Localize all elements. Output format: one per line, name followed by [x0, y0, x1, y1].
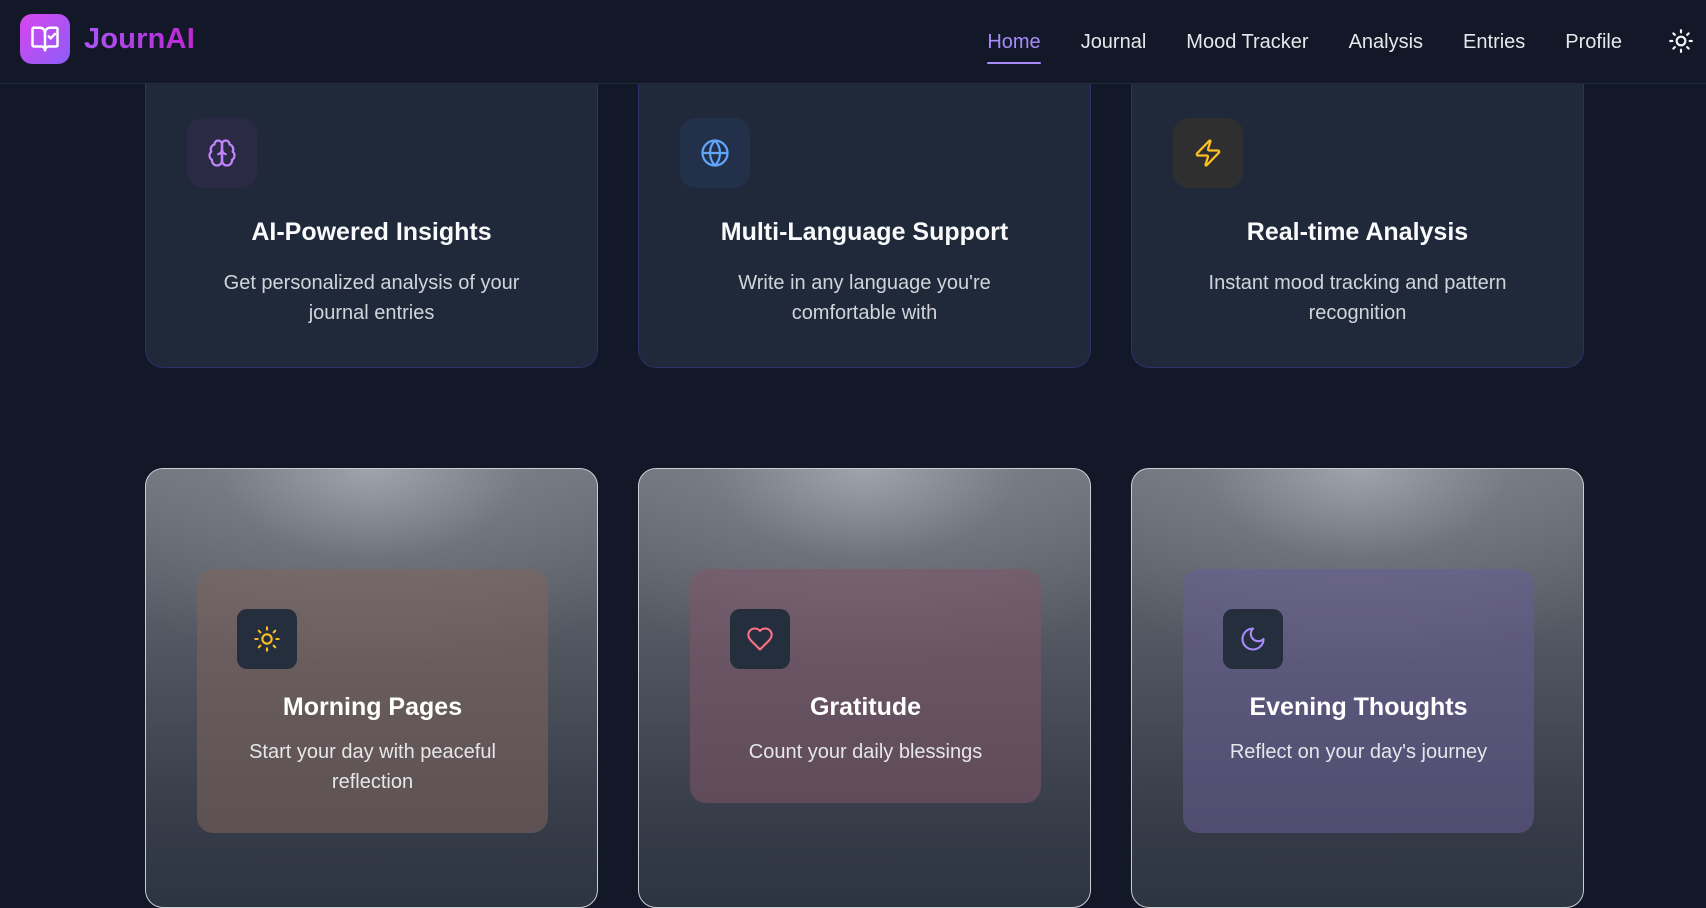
feature-description: Get personalized analysis of your journa… [223, 272, 520, 324]
brand-link[interactable]: JournAI [20, 14, 195, 64]
feature-title: Real-time Analysis [1246, 218, 1469, 246]
prompt-description: Start your day with peaceful reflection [249, 741, 496, 793]
prompt-title: Morning Pages [282, 693, 463, 721]
brain-icon [187, 118, 257, 188]
sun-icon [1668, 28, 1694, 57]
feature-card-realtime-analysis: Real-time Analysis Instant mood tracking… [1131, 78, 1584, 368]
prompt-card-evening-thoughts[interactable]: Evening Thoughts Reflect on your day's j… [1131, 468, 1584, 908]
book-check-icon [20, 14, 70, 64]
feature-card-ai-insights: AI-Powered Insights Get personalized ana… [145, 78, 598, 368]
prompt-title: Gratitude [809, 693, 922, 721]
theme-toggle-button[interactable] [1666, 27, 1696, 57]
nav-home[interactable]: Home [987, 25, 1042, 64]
prompt-panel: Evening Thoughts Reflect on your day's j… [1183, 569, 1534, 833]
brand-name: JournAI [84, 22, 195, 55]
globe-icon [680, 118, 750, 188]
moon-icon [1223, 609, 1283, 669]
sun-icon [237, 609, 297, 669]
feature-description: Instant mood tracking and pattern recogn… [1208, 272, 1507, 324]
nav-journal[interactable]: Journal [1081, 25, 1147, 60]
feature-title: AI-Powered Insights [251, 218, 492, 246]
prompt-description: Reflect on your day's journey [1229, 741, 1488, 763]
feature-description: Write in any language you're comfortable… [738, 272, 991, 324]
feature-title: Multi-Language Support [720, 218, 1009, 246]
prompt-card-gratitude[interactable]: Gratitude Count your daily blessings [638, 468, 1091, 908]
prompt-panel: Morning Pages Start your day with peacef… [197, 569, 548, 833]
navbar: JournAI Home Journal Mood Tracker Analys… [0, 0, 1706, 84]
feature-card-multi-language: Multi-Language Support Write in any lang… [638, 78, 1091, 368]
prompt-panel: Gratitude Count your daily blessings [690, 569, 1041, 803]
heart-icon [730, 609, 790, 669]
nav-mood-tracker[interactable]: Mood Tracker [1186, 25, 1308, 60]
prompt-description: Count your daily blessings [748, 741, 983, 763]
nav-profile[interactable]: Profile [1565, 25, 1622, 60]
prompt-title: Evening Thoughts [1249, 693, 1468, 721]
main-nav: Home Journal Mood Tracker Analysis Entri… [947, 0, 1706, 84]
nav-entries[interactable]: Entries [1463, 25, 1525, 60]
nav-analysis[interactable]: Analysis [1349, 25, 1423, 60]
lightning-icon [1173, 118, 1243, 188]
prompt-card-morning-pages[interactable]: Morning Pages Start your day with peacef… [145, 468, 598, 908]
